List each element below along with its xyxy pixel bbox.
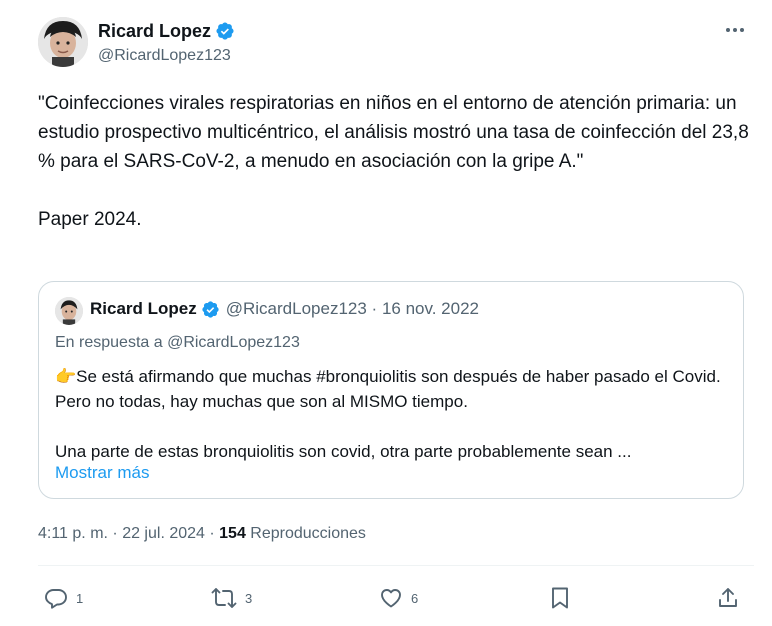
views-label: Reproducciones [250,525,366,542]
tweet: Ricard Lopez @RicardLopez123 "Coinfeccio… [0,0,772,626]
author-handle[interactable]: @RicardLopez123 [98,47,235,65]
meta-separator: · [107,525,123,542]
more-options-icon[interactable] [722,20,748,40]
quoted-author-name: Ricard Lopez [90,299,197,318]
bookmark-button[interactable] [549,582,571,614]
share-icon [716,586,740,610]
tweet-meta: 4:11 p. m. · 22 jul. 2024 · 154 Reproduc… [38,525,366,543]
reply-count: 1 [76,590,84,606]
reply-button[interactable]: 1 [44,582,83,614]
bookmark-icon [549,586,571,610]
divider [38,565,754,566]
quoted-author-avatar [55,297,83,325]
quoted-author-handle: @RicardLopez123 [225,299,367,318]
repost-count: 3 [245,590,253,606]
like-button[interactable]: 6 [379,582,418,614]
tweet-text: "Coinfecciones virales respiratorias en … [38,93,749,230]
quoted-separator: · [366,299,382,318]
author-block: Ricard Lopez @RicardLopez123 [98,19,235,65]
meta-separator: · [204,525,220,542]
quoted-tweet[interactable]: Ricard Lopez @RicardLopez123 · 16 nov. 2… [38,281,744,499]
like-icon [379,586,403,610]
verified-badge-icon [215,21,235,41]
like-count: 6 [411,590,419,606]
author-avatar[interactable] [38,17,88,67]
action-bar: 1 3 6 [0,582,772,614]
share-button[interactable] [716,582,740,614]
show-more-link[interactable]: Mostrar más [55,463,149,483]
quoted-date: 16 nov. 2022 [381,299,479,318]
repost-button[interactable]: 3 [211,582,252,614]
author-name[interactable]: Ricard Lopez [98,21,211,42]
tweet-time[interactable]: 4:11 p. m. [38,525,108,542]
verified-badge-icon [201,300,220,319]
quoted-header: Ricard Lopez @RicardLopez123 · 16 nov. 2… [90,299,479,319]
tweet-date[interactable]: 22 jul. 2024 [122,525,205,542]
reply-icon [44,586,68,610]
repost-icon [211,586,237,610]
views-count: 154 [219,525,246,542]
quoted-text: 👉Se está afirmando que muchas #bronquiol… [55,367,721,461]
quoted-reply-context: En respuesta a @RicardLopez123 [55,334,300,351]
